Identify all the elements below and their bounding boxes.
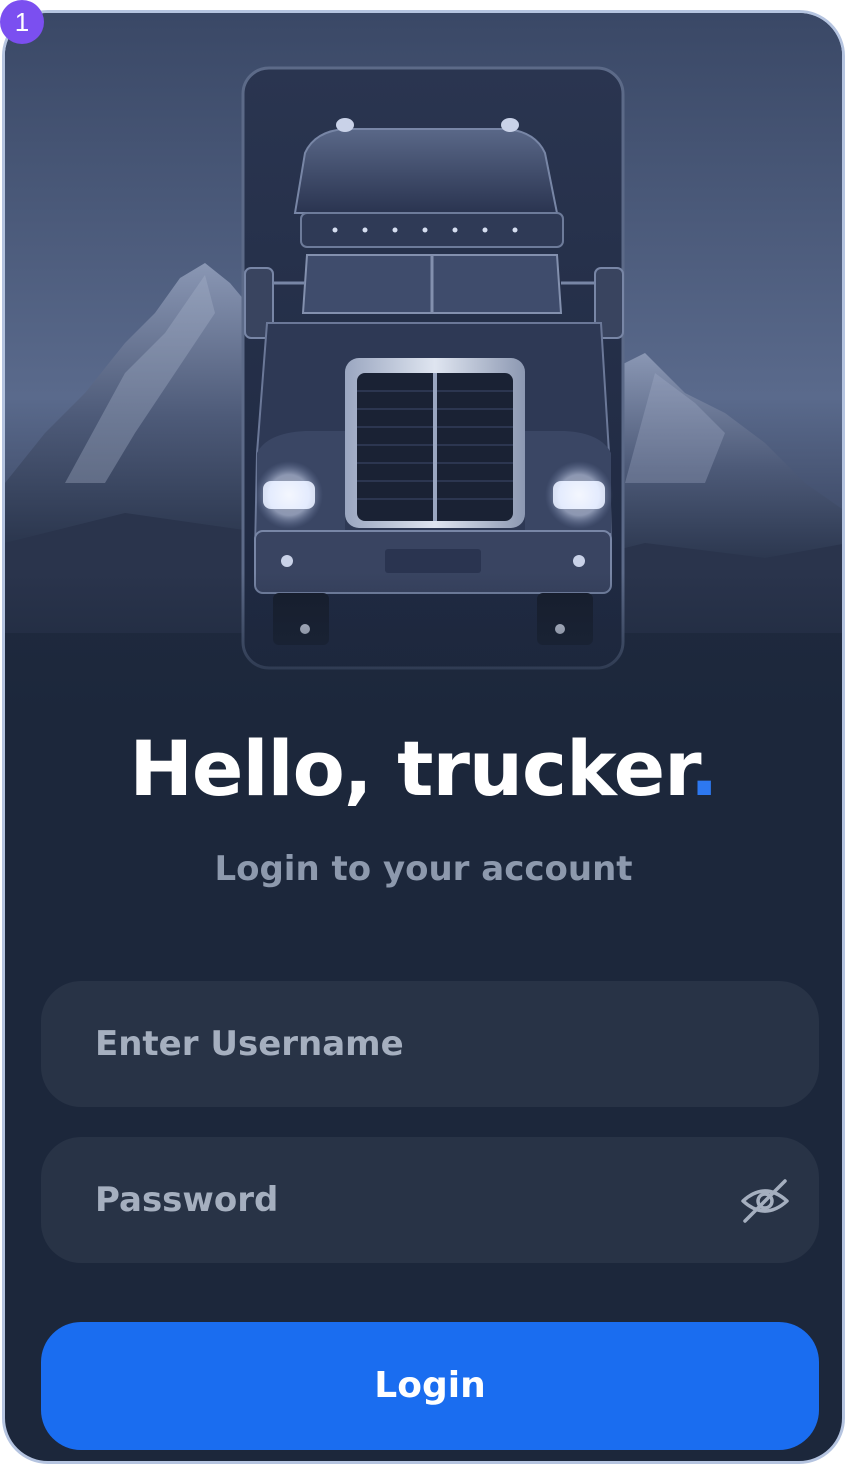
- username-placeholder: Enter Username: [95, 1024, 404, 1064]
- password-placeholder: Password: [95, 1180, 279, 1220]
- page-subtitle: Login to your account: [214, 849, 633, 889]
- step-badge: 1: [0, 0, 44, 44]
- greeting-accent-dot: .: [689, 724, 719, 813]
- page-title: Hello, trucker.: [5, 719, 842, 819]
- login-button[interactable]: Login: [41, 1322, 819, 1450]
- password-field[interactable]: Password: [41, 1137, 819, 1263]
- eye-off-icon[interactable]: [737, 1173, 793, 1229]
- username-field[interactable]: Enter Username: [41, 981, 819, 1107]
- hero-truck-image: [5, 13, 842, 713]
- login-screen: Hello, trucker. Login to your account En…: [2, 10, 845, 1464]
- greeting-text: Hello, trucker: [129, 724, 690, 813]
